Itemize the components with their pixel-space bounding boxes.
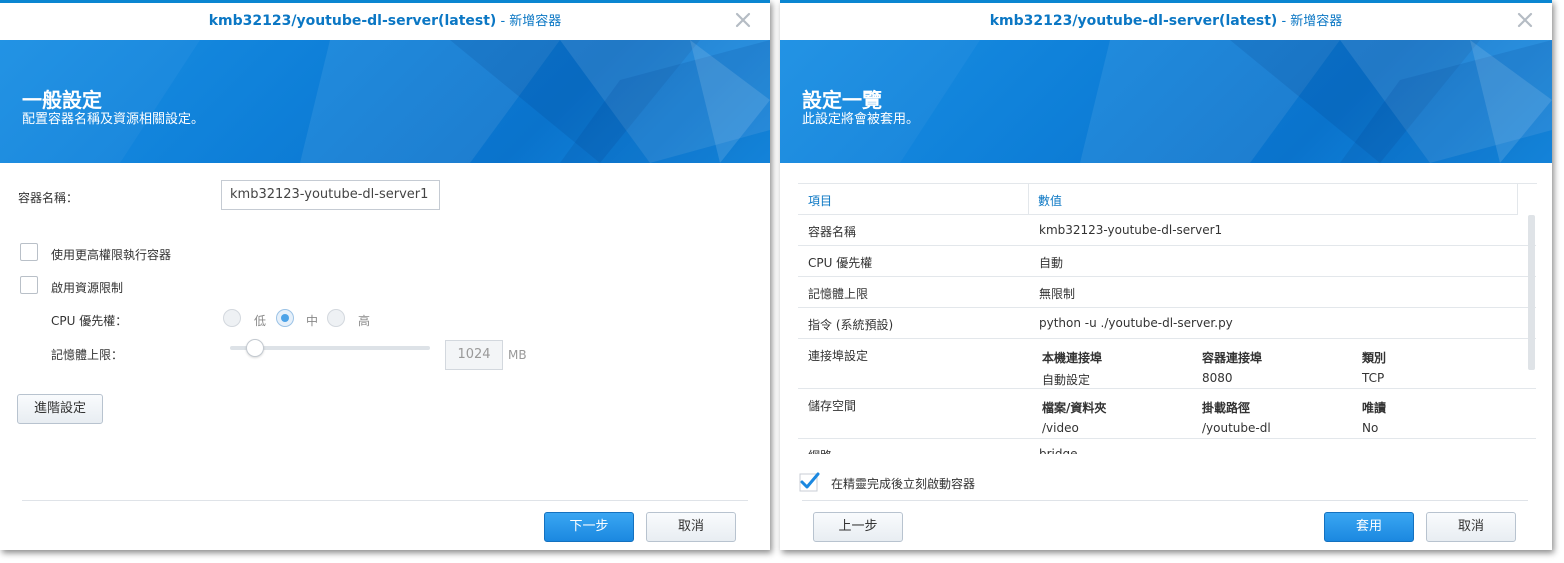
row-key: CPU 優先權 (808, 256, 873, 270)
storage-value-readonly: No (1362, 421, 1379, 435)
table-scrollbar[interactable] (1528, 215, 1535, 370)
table-row: 儲存空間 檔案/資料夾 掛載路徑 唯讀 /video /youtube-dl N… (798, 389, 1536, 439)
row-key: 連接埠設定 (808, 349, 869, 363)
dialog-title: kmb32123/youtube-dl-server(latest) (208, 13, 497, 29)
row-value: 無限制 (1039, 287, 1076, 301)
autostart-label: 在精靈完成後立刻啟動容器 (831, 477, 976, 491)
close-icon[interactable] (1516, 11, 1534, 29)
autostart-checkbox[interactable] (798, 471, 820, 493)
column-header-value: 數值 (1038, 194, 1063, 208)
row-key: 指令 (系統預設) (808, 318, 894, 332)
port-subheader-type: 類別 (1362, 351, 1387, 365)
row-key: 儲存空間 (808, 399, 857, 413)
dialog-titlebar: kmb32123/youtube-dl-server(latest) - 新增容… (0, 3, 770, 41)
row-key: 網路 (808, 447, 832, 454)
next-button[interactable]: 下一步 (544, 512, 634, 542)
row-value: bridge (1039, 447, 1078, 454)
column-header-item: 項目 (808, 194, 833, 208)
memory-slider-handle[interactable] (246, 339, 264, 357)
cpu-low-label: 低 (254, 314, 267, 328)
storage-value-mount: /youtube-dl (1202, 421, 1271, 435)
header-banner: 一般設定 配置容器名稱及資源相關設定。 (0, 40, 770, 163)
cpu-medium-label: 中 (306, 314, 319, 328)
resource-limit-label: 啟用資源限制 (51, 281, 124, 295)
banner-pattern (0, 40, 770, 163)
cancel-button[interactable]: 取消 (646, 512, 736, 542)
table-row: 連接埠設定 本機連接埠 容器連接埠 類別 自動設定 8080 TCP (798, 339, 1536, 389)
dialog-subtitle: - 新增容器 (1277, 14, 1343, 29)
cpu-low-radio[interactable] (223, 309, 241, 327)
cpu-medium-radio[interactable] (276, 309, 294, 327)
table-row: 記憶體上限 無限制 (798, 277, 1536, 308)
header-banner: 設定一覽 此設定將會被套用。 (780, 40, 1552, 163)
table-row: 容器名稱 kmb32123-youtube-dl-server1 (798, 215, 1536, 246)
apply-button[interactable]: 套用 (1324, 512, 1414, 542)
footer-divider (22, 500, 748, 501)
column-divider (1028, 184, 1029, 214)
dialog-title: kmb32123/youtube-dl-server(latest) (989, 13, 1278, 29)
table-row: CPU 優先權 自動 (798, 246, 1536, 277)
table-row: 網路 bridge (798, 439, 1536, 454)
footer-divider (802, 500, 1528, 501)
column-divider (1517, 184, 1518, 214)
cpu-priority-label: CPU 優先權： (51, 314, 128, 328)
cancel-button[interactable]: 取消 (1426, 512, 1516, 542)
privileged-checkbox[interactable] (20, 243, 38, 261)
dialog-subtitle: - 新增容器 (496, 14, 562, 29)
table-row: 指令 (系統預設) python -u ./youtube-dl-server.… (798, 308, 1536, 339)
row-key: 容器名稱 (808, 225, 857, 239)
privileged-label: 使用更高權限執行容器 (51, 248, 172, 262)
container-name-input[interactable]: kmb32123-youtube-dl-server1 (221, 180, 440, 210)
back-button[interactable]: 上一步 (813, 512, 903, 542)
port-subheader-container: 容器連接埠 (1202, 351, 1263, 365)
storage-subheader-readonly: 唯讀 (1362, 401, 1387, 415)
row-value: 自動 (1039, 256, 1064, 270)
advanced-settings-button[interactable]: 進階設定 (17, 394, 103, 424)
banner-pattern (780, 40, 1552, 163)
storage-subheader-folder: 檔案/資料夾 (1042, 401, 1107, 415)
cpu-high-radio[interactable] (327, 309, 345, 327)
memory-limit-input[interactable]: 1024 (445, 340, 503, 370)
resource-limit-checkbox[interactable] (20, 276, 38, 294)
table-header: 項目 數值 (798, 184, 1518, 215)
close-icon[interactable] (734, 11, 752, 29)
memory-unit: MB (508, 348, 527, 362)
port-value-type: TCP (1362, 371, 1385, 385)
row-key: 記憶體上限 (808, 287, 869, 301)
row-value: kmb32123-youtube-dl-server1 (1039, 223, 1223, 237)
summary-dialog: kmb32123/youtube-dl-server(latest) - 新增容… (780, 0, 1552, 550)
port-subheader-local: 本機連接埠 (1042, 351, 1103, 365)
banner-subtitle: 配置容器名稱及資源相關設定。 (22, 112, 205, 127)
port-value-container: 8080 (1202, 371, 1233, 385)
banner-subtitle: 此設定將會被套用。 (802, 112, 920, 127)
storage-value-folder: /video (1042, 421, 1079, 435)
storage-subheader-mount: 掛載路徑 (1202, 401, 1251, 415)
memory-limit-label: 記憶體上限： (51, 348, 124, 362)
dialog-titlebar: kmb32123/youtube-dl-server(latest) - 新增容… (780, 3, 1552, 41)
row-value: python -u ./youtube-dl-server.py (1039, 316, 1233, 330)
settings-summary-table[interactable]: 項目 數值 容器名稱 kmb32123-youtube-dl-server1 C… (798, 183, 1537, 454)
general-settings-dialog: kmb32123/youtube-dl-server(latest) - 新增容… (0, 0, 770, 550)
port-value-local: 自動設定 (1042, 373, 1091, 387)
container-name-label: 容器名稱： (18, 191, 79, 205)
cpu-high-label: 高 (358, 314, 371, 328)
